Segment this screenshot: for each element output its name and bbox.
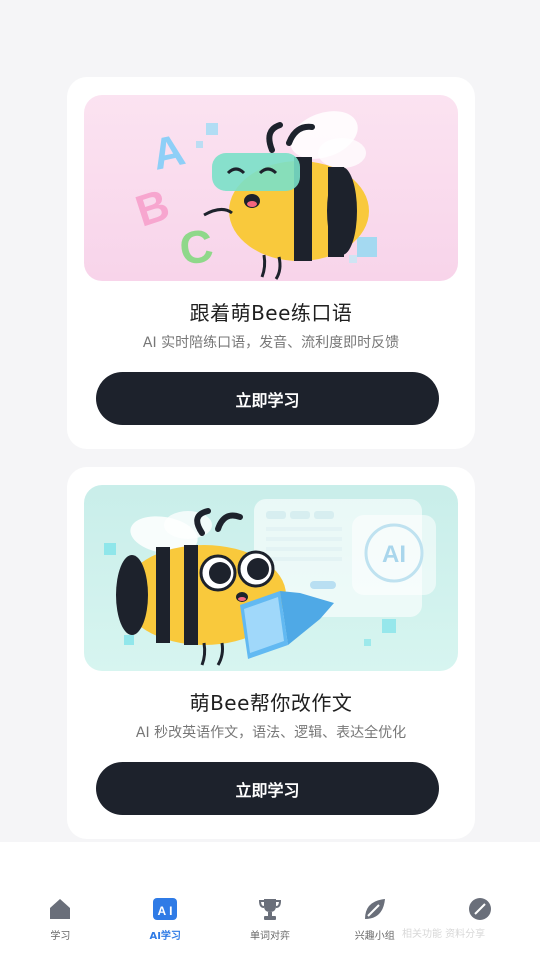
bee-book-illustration: AI	[104, 499, 436, 666]
tab-more[interactable]	[428, 842, 532, 960]
tab-word-battle[interactable]: 单词对弈	[218, 842, 322, 960]
writing-banner-illustration: AI	[84, 485, 458, 671]
svg-text:A I: A I	[158, 904, 173, 918]
speaking-practice-card: A B C 跟着萌Bee练口语 AI 实时陪练口语，发音、流利度即时反馈 立即学…	[67, 77, 475, 449]
writing-card-subtitle: AI 秒改英语作文，语法、逻辑、表达全优化	[135, 725, 407, 741]
tab-interest-group-label: 兴趣小组	[354, 931, 395, 942]
speaking-card-subtitle: AI 实时陪练口语，发音、流利度即时反馈	[142, 335, 400, 351]
watermark-overlay-text: 相关功能 资料分享	[402, 929, 486, 940]
bee-abc-illustration: A B C	[130, 111, 377, 280]
speaking-start-button[interactable]: 立即学习	[96, 372, 439, 425]
tab-study[interactable]: 学习	[8, 842, 112, 960]
speaking-card-title: 跟着萌Bee练口语	[189, 301, 353, 325]
tab-word-battle-label: 单词对弈	[249, 931, 290, 942]
writing-correction-card: AI 萌Bee帮你改作文 AI 秒改英语作文，语法、逻辑、表达全优化 立即学习	[67, 467, 475, 839]
tab-ai-study-label: AI学习	[149, 931, 181, 942]
writing-card-title: 萌Bee帮你改作文	[189, 691, 353, 715]
ai-icon: A I	[153, 898, 178, 920]
bottom-tab-bar: 学习 A I AI学习 单词对弈 兴趣小组	[0, 842, 540, 960]
tab-ai-study[interactable]: A I AI学习	[113, 842, 217, 960]
ai-badge-text: AI	[382, 541, 406, 568]
trophy-icon	[258, 899, 281, 920]
letter-a: A	[148, 125, 189, 180]
home-icon	[50, 899, 71, 919]
leaf-icon	[364, 899, 385, 919]
speaking-banner-illustration: A B C	[84, 95, 458, 281]
tab-interest-group[interactable]: 兴趣小组	[323, 842, 427, 960]
letter-c: C	[176, 219, 216, 275]
writing-start-button[interactable]: 立即学习	[96, 762, 439, 815]
leaf-alt-icon	[468, 898, 491, 920]
tab-study-label: 学习	[50, 931, 71, 942]
letter-b: B	[130, 180, 175, 236]
